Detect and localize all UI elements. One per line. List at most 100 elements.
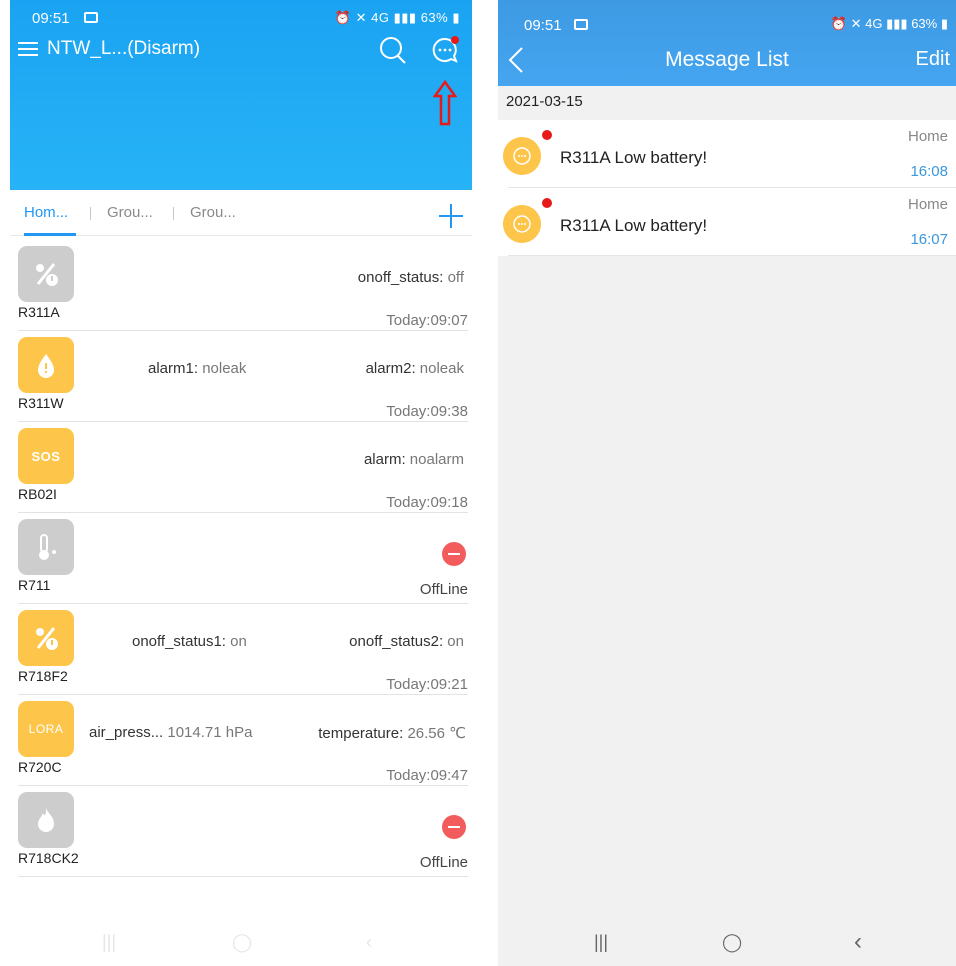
- tab-home[interactable]: Hom...: [24, 204, 68, 221]
- device-update-time: Today:09:21: [386, 676, 468, 693]
- field-value: 26.56 ℃: [403, 725, 466, 742]
- percent-switch-icon: [18, 610, 74, 666]
- message-bubble-icon: [503, 205, 541, 243]
- tab-divider: [90, 207, 91, 220]
- device-update-time: Today:09:07: [386, 312, 468, 329]
- field-value: on: [443, 633, 464, 650]
- gallery-icon: [574, 19, 588, 30]
- offline-label: OffLine: [419, 581, 468, 598]
- status-bar: 09:51 ⏰ ✕ 4G ▮▮▮ 63% ▮: [498, 0, 956, 34]
- device-icon-label: LORA: [28, 722, 64, 736]
- edit-button[interactable]: Edit: [916, 48, 950, 71]
- add-icon[interactable]: [437, 202, 465, 230]
- home-nav-icon[interactable]: ◯: [232, 932, 252, 953]
- field-key: alarm1:: [148, 360, 199, 377]
- device-row[interactable]: R311W alarm1: noleak alarm2: noleak Today:0…: [18, 331, 468, 422]
- android-nav-bar: ||| ◯ ‹: [10, 910, 472, 966]
- water-leak-icon: [18, 337, 74, 393]
- battery-level: 63%: [911, 16, 938, 31]
- device-name: R718F2: [18, 668, 68, 684]
- device-update-time: Today:09:47: [386, 767, 468, 784]
- device-row[interactable]: R718CK2 OffLine: [18, 786, 468, 877]
- device-icon-label: SOS: [31, 448, 61, 464]
- status-bar: 09:51 ⏰ ✕ 4G ▮▮▮ 63% ▮: [10, 0, 472, 30]
- percent-switch-icon: [18, 246, 74, 302]
- status-time: 09:51: [524, 17, 562, 34]
- gateway-title[interactable]: NTW_L...(Disarm): [47, 38, 200, 60]
- message-item[interactable]: R311A Low battery! Home 16:07: [503, 188, 956, 256]
- device-field: temperature: 26.56 ℃: [318, 724, 466, 742]
- unread-dot: [542, 130, 552, 140]
- device-row[interactable]: LORA R720C air_press... 1014.71 hPa tempera…: [18, 695, 468, 786]
- device-name: R311W: [18, 395, 64, 411]
- field-key: temperature:: [318, 725, 404, 742]
- field-value: off: [443, 269, 464, 286]
- recent-apps-icon[interactable]: |||: [594, 932, 608, 953]
- status-time: 09:51: [32, 10, 70, 27]
- message-text: R311A Low battery!: [560, 216, 708, 235]
- fire-icon: [18, 792, 74, 848]
- recent-apps-icon[interactable]: |||: [102, 932, 116, 953]
- date-header: 2021-03-15: [506, 93, 583, 110]
- battery-level: 63%: [420, 10, 449, 25]
- gallery-icon: [84, 12, 98, 23]
- message-group: Home: [907, 196, 948, 213]
- search-icon[interactable]: [379, 35, 407, 65]
- home-nav-icon[interactable]: ◯: [722, 932, 742, 953]
- device-name: R720C: [18, 759, 62, 775]
- field-value: 1014.71 hPa: [163, 724, 253, 741]
- field-value: on: [225, 633, 247, 650]
- device-list: R311A onoff_status: off Today:09:07 R311W al…: [10, 240, 472, 877]
- message-icon[interactable]: [430, 35, 460, 65]
- message-time: 16:08: [910, 163, 948, 180]
- device-field: onoff_status1: on: [132, 633, 247, 650]
- field-value: noleak: [415, 360, 464, 377]
- active-tab-indicator: [24, 233, 76, 236]
- field-value: noleak: [198, 360, 247, 377]
- field-value: noalarm: [405, 451, 464, 468]
- status-system-icons: ⏰ ✕ 4G ▮▮▮ 63% ▮: [334, 10, 460, 25]
- field-key: onoff_status2:: [349, 633, 444, 650]
- device-row[interactable]: R311A onoff_status: off Today:09:07: [18, 240, 468, 331]
- lora-icon: LORA: [18, 701, 74, 757]
- tab-group-1[interactable]: Grou...: [107, 204, 153, 221]
- message-header: 09:51 ⏰ ✕ 4G ▮▮▮ 63% ▮ Message List Edit: [498, 0, 956, 86]
- device-row[interactable]: R711 OffLine: [18, 513, 468, 604]
- message-text: R311A Low battery!: [560, 148, 708, 167]
- offline-status-icon: [442, 542, 466, 566]
- device-field: onoff_status2: on: [349, 633, 464, 650]
- message-item[interactable]: R311A Low battery! Home 16:08: [503, 120, 956, 188]
- message-time: 16:07: [910, 231, 948, 248]
- device-field: alarm: noalarm: [364, 451, 464, 468]
- device-field: alarm2: noleak: [366, 360, 464, 377]
- tab-group-2[interactable]: Grou...: [190, 204, 236, 221]
- thermometer-icon: [18, 519, 74, 575]
- device-row[interactable]: R718F2 onoff_status1: on onoff_status2: on…: [18, 604, 468, 695]
- field-key: onoff_status1:: [132, 633, 226, 650]
- field-key: alarm:: [363, 451, 406, 468]
- page-title: Message List: [665, 48, 789, 71]
- tab-divider: [173, 207, 174, 220]
- message-bubble-icon: [503, 137, 541, 175]
- message-list: R311A Low battery! Home 16:08 R311A Low bat…: [498, 120, 956, 256]
- field-key: air_press...: [89, 724, 164, 741]
- device-field: alarm1: noleak: [148, 360, 246, 377]
- back-nav-icon[interactable]: ‹: [366, 932, 372, 953]
- unread-dot: [542, 198, 552, 208]
- menu-icon[interactable]: [18, 42, 38, 57]
- message-list-screen: 09:51 ⏰ ✕ 4G ▮▮▮ 63% ▮ Message List Edit…: [498, 0, 956, 966]
- offline-label: OffLine: [419, 854, 468, 871]
- device-list-screen: 09:51 ⏰ ✕ 4G ▮▮▮ 63% ▮ NTW_L...(Disarm) …: [10, 0, 472, 966]
- device-name: R311A: [18, 304, 60, 320]
- field-key: alarm2:: [365, 360, 416, 377]
- back-nav-icon[interactable]: ‹: [854, 928, 862, 956]
- app-header: 09:51 ⏰ ✕ 4G ▮▮▮ 63% ▮ NTW_L...(Disarm): [10, 0, 472, 190]
- message-group: Home: [907, 128, 948, 145]
- device-row[interactable]: SOS RB02I alarm: noalarm Today:09:18: [18, 422, 468, 513]
- offline-status-icon: [442, 815, 466, 839]
- device-name: R711: [18, 577, 51, 593]
- device-name: R718CK2: [18, 850, 79, 866]
- status-system-icons: ⏰ ✕ 4G ▮▮▮ 63% ▮: [830, 16, 948, 31]
- group-tabs: Hom... Grou... Grou...: [10, 190, 472, 236]
- device-name: RB02I: [18, 486, 57, 502]
